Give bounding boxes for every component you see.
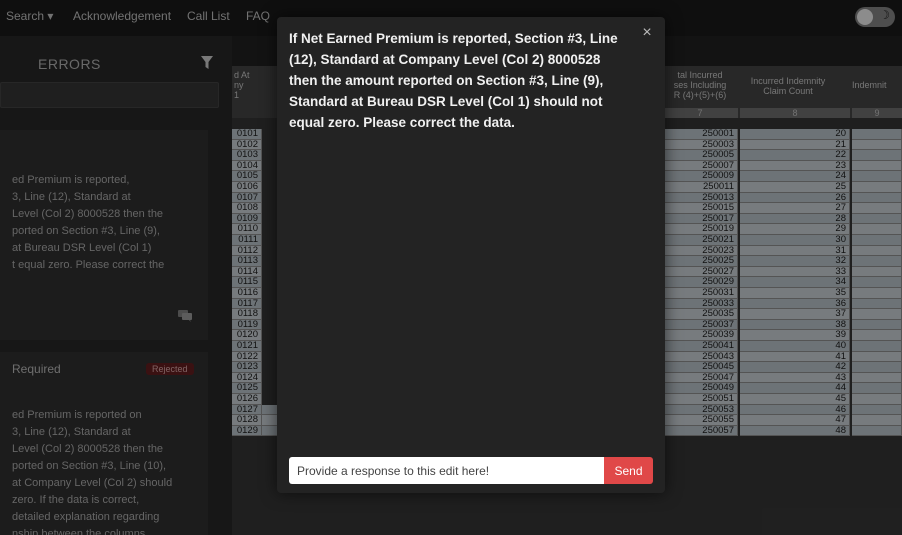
modal-message: If Net Earned Premium is reported, Secti…: [289, 31, 618, 130]
app-background: Search ▾ Acknowledgement Call List FAQ ☽…: [0, 0, 902, 535]
response-input[interactable]: [289, 457, 604, 484]
send-button[interactable]: Send: [604, 457, 653, 484]
close-icon[interactable]: ×: [639, 25, 655, 41]
edit-response-modal: If Net Earned Premium is reported, Secti…: [277, 17, 665, 493]
